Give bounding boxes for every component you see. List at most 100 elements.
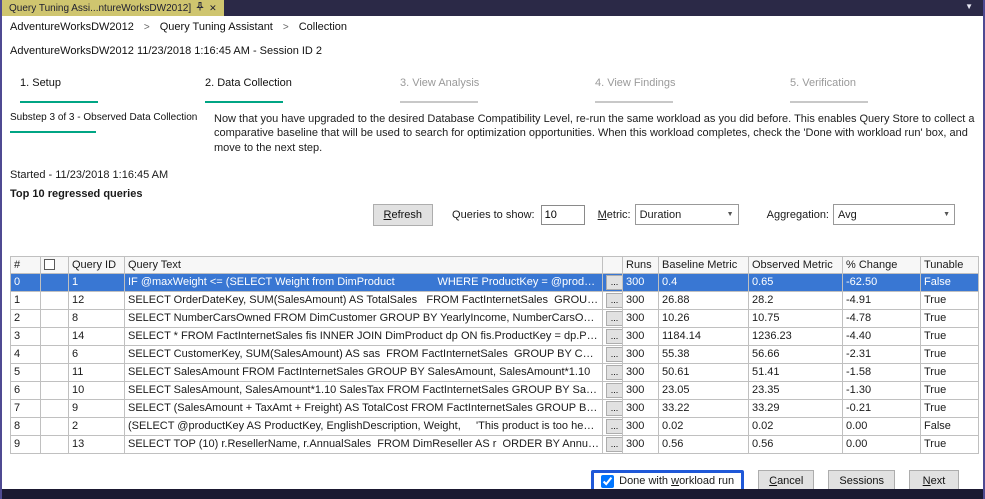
status-bar bbox=[2, 489, 983, 499]
substep-title: Substep 3 of 3 - Observed Data Collectio… bbox=[10, 112, 210, 123]
row-observed-metric: 0.65 bbox=[749, 273, 843, 291]
step-item[interactable]: 5. Verification bbox=[780, 77, 975, 103]
row-query-text: (SELECT @productKey AS ProductKey, Engli… bbox=[125, 417, 603, 435]
row-runs: 300 bbox=[623, 345, 659, 363]
step-item[interactable]: 1. Setup bbox=[10, 77, 195, 103]
table-row[interactable]: 3 14 SELECT * FROM FactInternetSales fis… bbox=[11, 327, 979, 345]
table-row[interactable]: 2 8 SELECT NumberCarsOwned FROM DimCusto… bbox=[11, 309, 979, 327]
row-select-cell[interactable] bbox=[41, 309, 69, 327]
table-row[interactable]: 0 1 IF @maxWeight <= (SELECT Weight from… bbox=[11, 273, 979, 291]
row-observed-metric: 33.29 bbox=[749, 399, 843, 417]
table-row[interactable]: 6 10 SELECT SalesAmount, SalesAmount*1.1… bbox=[11, 381, 979, 399]
row-runs: 300 bbox=[623, 417, 659, 435]
row-query-id: 13 bbox=[69, 435, 125, 453]
row-expand-cell: ... bbox=[603, 435, 623, 453]
step-label: 5. Verification bbox=[790, 77, 975, 89]
query-text-expand-button[interactable]: ... bbox=[606, 401, 623, 416]
breadcrumb-database[interactable]: AdventureWorksDW2012 bbox=[10, 21, 134, 33]
row-query-id: 8 bbox=[69, 309, 125, 327]
refresh-button[interactable]: Refresh bbox=[373, 204, 434, 226]
col-header-runs[interactable]: Runs bbox=[623, 256, 659, 273]
breadcrumb-assistant[interactable]: Query Tuning Assistant bbox=[160, 21, 273, 33]
row-observed-metric: 23.35 bbox=[749, 381, 843, 399]
breadcrumb-separator-icon: > bbox=[144, 22, 150, 33]
col-header-observed-metric[interactable]: Observed Metric bbox=[749, 256, 843, 273]
table-row[interactable]: 7 9 SELECT (SalesAmount + TaxAmt + Freig… bbox=[11, 399, 979, 417]
col-header-pct-change[interactable]: % Change bbox=[843, 256, 921, 273]
row-runs: 300 bbox=[623, 327, 659, 345]
step-item[interactable]: 4. View Findings bbox=[585, 77, 780, 103]
col-header-query-text[interactable]: Query Text bbox=[125, 256, 603, 273]
row-observed-metric: 10.75 bbox=[749, 309, 843, 327]
row-runs: 300 bbox=[623, 363, 659, 381]
row-tunable: False bbox=[921, 273, 979, 291]
row-query-text: SELECT OrderDateKey, SUM(SalesAmount) AS… bbox=[125, 291, 603, 309]
document-tab[interactable]: Query Tuning Assi...ntureWorksDW2012] ✕ bbox=[2, 0, 224, 16]
col-header-baseline-metric[interactable]: Baseline Metric bbox=[659, 256, 749, 273]
row-select-cell[interactable] bbox=[41, 363, 69, 381]
wizard-steps: 1. Setup 2. Data Collection 3. View Anal… bbox=[10, 77, 975, 103]
window-list-caret-icon[interactable]: ▼ bbox=[965, 3, 973, 11]
query-text-expand-button[interactable]: ... bbox=[606, 293, 623, 308]
done-with-workload-checkbox[interactable]: Done with workload run bbox=[601, 475, 734, 488]
col-header-index[interactable]: # bbox=[11, 256, 41, 273]
step-item[interactable]: 3. View Analysis bbox=[390, 77, 585, 103]
row-baseline-metric: 10.26 bbox=[659, 309, 749, 327]
table-row[interactable]: 1 12 SELECT OrderDateKey, SUM(SalesAmoun… bbox=[11, 291, 979, 309]
row-baseline-metric: 23.05 bbox=[659, 381, 749, 399]
row-observed-metric: 0.02 bbox=[749, 417, 843, 435]
col-header-tunable[interactable]: Tunable bbox=[921, 256, 979, 273]
row-runs: 300 bbox=[623, 273, 659, 291]
chevron-down-icon: ▼ bbox=[943, 211, 950, 218]
query-text-expand-button[interactable]: ... bbox=[606, 347, 623, 362]
step-label: 3. View Analysis bbox=[400, 77, 585, 89]
row-pct-change: -4.91 bbox=[843, 291, 921, 309]
query-text-expand-button[interactable]: ... bbox=[606, 383, 623, 398]
started-timestamp: Started - 11/23/2018 1:16:45 AM bbox=[10, 169, 975, 181]
select-all-checkbox[interactable] bbox=[44, 259, 55, 270]
row-runs: 300 bbox=[623, 435, 659, 453]
row-tunable: True bbox=[921, 345, 979, 363]
query-text-expand-button[interactable]: ... bbox=[606, 437, 623, 452]
table-row[interactable]: 8 2 (SELECT @productKey AS ProductKey, E… bbox=[11, 417, 979, 435]
col-header-select[interactable] bbox=[41, 256, 69, 273]
queries-to-show-input[interactable] bbox=[541, 205, 585, 225]
row-baseline-metric: 55.38 bbox=[659, 345, 749, 363]
query-text-expand-button[interactable]: ... bbox=[606, 311, 623, 326]
query-text-expand-button[interactable]: ... bbox=[606, 365, 623, 380]
row-expand-cell: ... bbox=[603, 273, 623, 291]
row-select-cell[interactable] bbox=[41, 345, 69, 363]
row-select-cell[interactable] bbox=[41, 381, 69, 399]
metric-label: Metric: bbox=[598, 209, 631, 221]
table-row[interactable]: 4 6 SELECT CustomerKey, SUM(SalesAmount)… bbox=[11, 345, 979, 363]
regressed-queries-table: # Query ID Query Text Runs Baseline Metr… bbox=[10, 256, 979, 454]
metric-dropdown[interactable]: Duration ▼ bbox=[635, 204, 739, 225]
row-select-cell[interactable] bbox=[41, 399, 69, 417]
col-header-expand bbox=[603, 256, 623, 273]
query-text-expand-button[interactable]: ... bbox=[606, 275, 623, 290]
close-icon[interactable]: ✕ bbox=[209, 4, 217, 13]
row-observed-metric: 51.41 bbox=[749, 363, 843, 381]
row-select-cell[interactable] bbox=[41, 273, 69, 291]
row-select-cell[interactable] bbox=[41, 291, 69, 309]
row-pct-change: 0.00 bbox=[843, 417, 921, 435]
table-row[interactable]: 5 11 SELECT SalesAmount FROM FactInterne… bbox=[11, 363, 979, 381]
row-select-cell[interactable] bbox=[41, 435, 69, 453]
step-item[interactable]: 2. Data Collection bbox=[195, 77, 390, 103]
row-pct-change: -1.30 bbox=[843, 381, 921, 399]
pin-icon[interactable] bbox=[196, 2, 204, 14]
row-select-cell[interactable] bbox=[41, 417, 69, 435]
col-header-query-id[interactable]: Query ID bbox=[69, 256, 125, 273]
regressed-queries-title: Top 10 regressed queries bbox=[10, 188, 975, 200]
aggregation-label: Aggregation: bbox=[767, 209, 829, 221]
row-query-text: SELECT SalesAmount FROM FactInternetSale… bbox=[125, 363, 603, 381]
row-select-cell[interactable] bbox=[41, 327, 69, 345]
row-pct-change: -1.58 bbox=[843, 363, 921, 381]
row-baseline-metric: 33.22 bbox=[659, 399, 749, 417]
done-checkbox-input[interactable] bbox=[601, 475, 614, 488]
query-text-expand-button[interactable]: ... bbox=[606, 329, 623, 344]
table-row[interactable]: 9 13 SELECT TOP (10) r.ResellerName, r.A… bbox=[11, 435, 979, 453]
breadcrumb-collection[interactable]: Collection bbox=[299, 21, 347, 33]
query-text-expand-button[interactable]: ... bbox=[606, 419, 623, 434]
aggregation-dropdown[interactable]: Avg ▼ bbox=[833, 204, 955, 225]
